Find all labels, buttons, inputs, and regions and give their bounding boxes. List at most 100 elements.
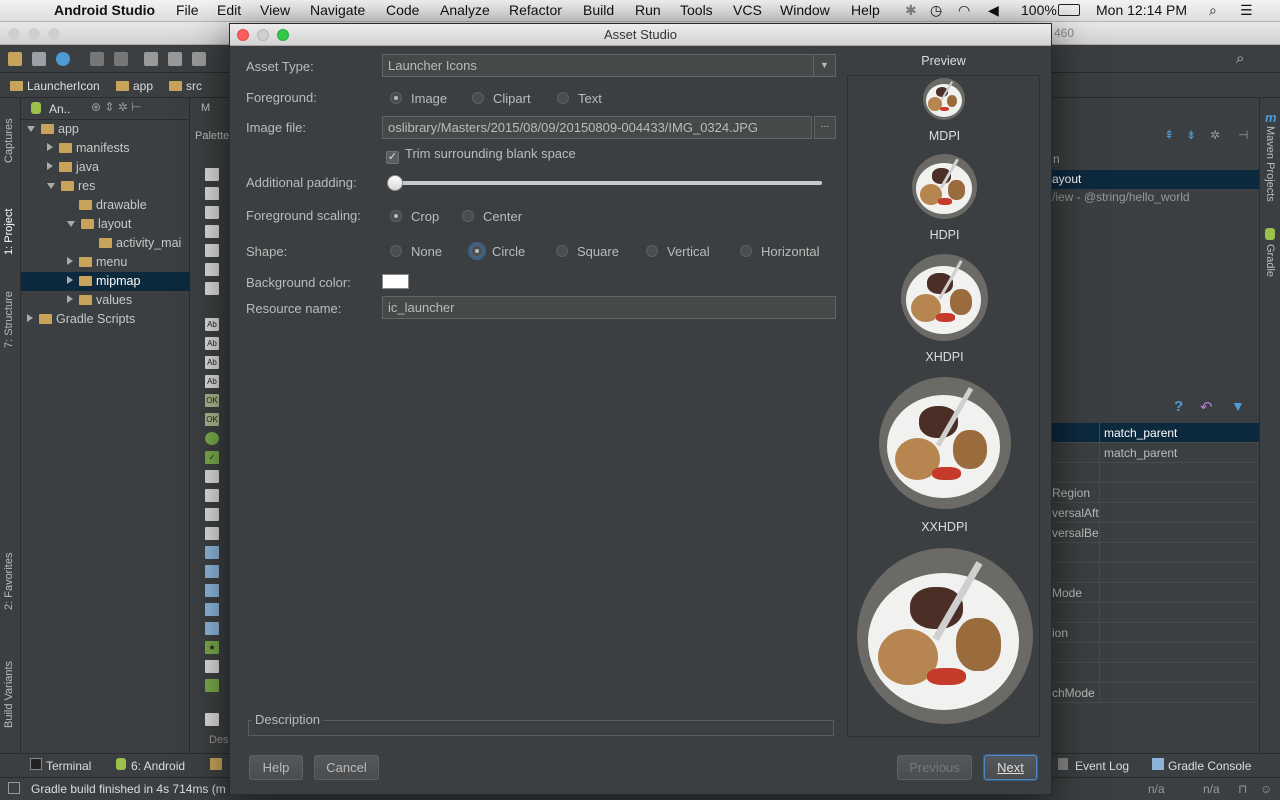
property-value[interactable]: [1099, 543, 1259, 563]
tab-gradle[interactable]: Gradle: [1264, 244, 1276, 277]
scaling-center-radio[interactable]: Center: [462, 209, 522, 224]
shape-horizontal-radio[interactable]: Horizontal: [740, 244, 820, 259]
tree-item[interactable]: layout: [21, 215, 190, 234]
settings-icon[interactable]: ✲: [1210, 128, 1220, 142]
design-tab[interactable]: Des: [209, 734, 229, 746]
scaling-crop-radio[interactable]: Crop: [390, 209, 439, 224]
widget-icon[interactable]: [205, 282, 219, 295]
close-window-icon[interactable]: [237, 29, 249, 41]
widget-icon[interactable]: [205, 225, 219, 238]
zoom-window-icon[interactable]: [277, 29, 289, 41]
open-folder-icon[interactable]: [8, 52, 22, 66]
menu-window[interactable]: Window: [780, 2, 830, 18]
spotlight-icon[interactable]: ⌕: [1209, 2, 1217, 19]
tool-windows-icon[interactable]: [8, 782, 20, 794]
tree-item[interactable]: manifests: [21, 139, 190, 158]
chevron-down-icon[interactable]: [67, 221, 75, 227]
chevron-down-icon[interactable]: [27, 126, 35, 132]
switch-icon[interactable]: [205, 470, 219, 483]
widget-icon[interactable]: [205, 168, 219, 181]
undo-icon[interactable]: [90, 52, 104, 66]
tab-terminal[interactable]: Terminal: [46, 759, 91, 773]
seekbar-icon[interactable]: [205, 622, 219, 635]
ide-zoom-icon[interactable]: [48, 28, 60, 40]
chevron-right-icon[interactable]: [27, 314, 33, 322]
redo-icon[interactable]: [114, 52, 128, 66]
property-value[interactable]: [1099, 663, 1259, 683]
help-icon[interactable]: ?: [1174, 398, 1183, 415]
dialog-titlebar[interactable]: Asset Studio: [230, 24, 1051, 46]
breadcrumb-item[interactable]: LauncherIcon: [10, 79, 100, 93]
hide-icon[interactable]: ⊣: [1238, 128, 1248, 142]
property-row[interactable]: Mode: [1052, 583, 1259, 603]
chevron-right-icon[interactable]: [47, 143, 53, 151]
image-button-icon[interactable]: [205, 508, 219, 521]
battery-icon[interactable]: [1058, 4, 1080, 16]
ide-minimize-icon[interactable]: [28, 28, 40, 40]
tree-item[interactable]: mipmap: [21, 272, 190, 291]
padding-slider-track[interactable]: [388, 181, 822, 185]
menu-file[interactable]: File: [176, 2, 199, 18]
tab-build-variants[interactable]: Build Variants: [3, 661, 15, 728]
property-value[interactable]: [1099, 523, 1259, 543]
widget-icon[interactable]: [205, 263, 219, 276]
minimize-window-icon[interactable]: [257, 29, 269, 41]
menu-vcs[interactable]: VCS: [733, 2, 762, 18]
expand-all-icon[interactable]: ⇞: [1164, 128, 1174, 142]
tab-android[interactable]: 6: Android: [131, 759, 185, 773]
button-icon[interactable]: OK: [205, 413, 219, 426]
menu-analyze[interactable]: Analyze: [440, 2, 490, 18]
project-view-select[interactable]: An..: [49, 102, 70, 116]
spinner-icon[interactable]: [205, 660, 219, 673]
foreground-text-radio[interactable]: Text: [557, 91, 602, 106]
chevron-right-icon[interactable]: [67, 295, 73, 303]
property-value[interactable]: [1099, 483, 1259, 503]
text-field-icon[interactable]: [205, 713, 219, 726]
asset-type-select[interactable]: Launcher Icons ▼: [382, 54, 836, 77]
help-button[interactable]: Help: [249, 755, 303, 780]
shape-square-radio[interactable]: Square: [556, 244, 619, 259]
volume-icon[interactable]: ◀: [988, 2, 999, 19]
checkbox-icon[interactable]: ✓: [205, 451, 219, 464]
tab-structure[interactable]: 7: Structure: [3, 291, 15, 348]
text-view-icon[interactable]: Ab: [205, 356, 219, 369]
copy-icon[interactable]: [168, 52, 182, 66]
menu-build[interactable]: Build: [583, 2, 614, 18]
filter-icon[interactable]: ▼: [1231, 398, 1245, 414]
breadcrumb-item[interactable]: src: [169, 79, 202, 93]
property-row[interactable]: chMode: [1052, 683, 1259, 703]
trim-checkbox[interactable]: ✓ Trim surrounding blank space: [386, 146, 576, 164]
tree-item[interactable]: values: [21, 291, 190, 310]
gradle-icon[interactable]: [1265, 228, 1275, 240]
wifi-icon[interactable]: ◠: [958, 2, 970, 19]
next-button[interactable]: Next: [984, 755, 1037, 780]
component-tree-item[interactable]: n: [1053, 152, 1060, 166]
widget-icon[interactable]: [205, 244, 219, 257]
tree-item[interactable]: activity_mai: [21, 234, 190, 253]
padding-slider-thumb[interactable]: [387, 175, 403, 191]
menu-run[interactable]: Run: [635, 2, 661, 18]
chevron-down-icon[interactable]: ▼: [813, 55, 835, 76]
save-icon[interactable]: [32, 52, 46, 66]
property-row[interactable]: versalBef: [1052, 523, 1259, 543]
tree-item[interactable]: app: [21, 120, 190, 139]
tab-event-log[interactable]: Event Log: [1075, 759, 1129, 773]
battery-percent[interactable]: 100%: [1021, 2, 1057, 18]
foreground-image-radio[interactable]: Image: [390, 91, 447, 106]
shape-vertical-radio[interactable]: Vertical: [646, 244, 710, 259]
tab-favorites[interactable]: 2: Favorites: [3, 553, 15, 610]
property-value[interactable]: [1099, 603, 1259, 623]
text-view-icon[interactable]: Ab: [205, 375, 219, 388]
maven-icon[interactable]: m: [1265, 110, 1277, 125]
property-value[interactable]: [1099, 503, 1259, 523]
component-tree-item[interactable]: /iew - @string/hello_world: [1052, 190, 1190, 204]
menu-edit[interactable]: Edit: [217, 2, 241, 18]
paste-icon[interactable]: [192, 52, 206, 66]
chevron-right-icon[interactable]: [47, 162, 53, 170]
property-row[interactable]: [1052, 663, 1259, 683]
cancel-button[interactable]: Cancel: [314, 755, 379, 780]
property-value[interactable]: [1099, 643, 1259, 663]
property-row[interactable]: Region: [1052, 483, 1259, 503]
breadcrumb-item[interactable]: app: [116, 79, 153, 93]
todo-icon[interactable]: [210, 758, 222, 770]
